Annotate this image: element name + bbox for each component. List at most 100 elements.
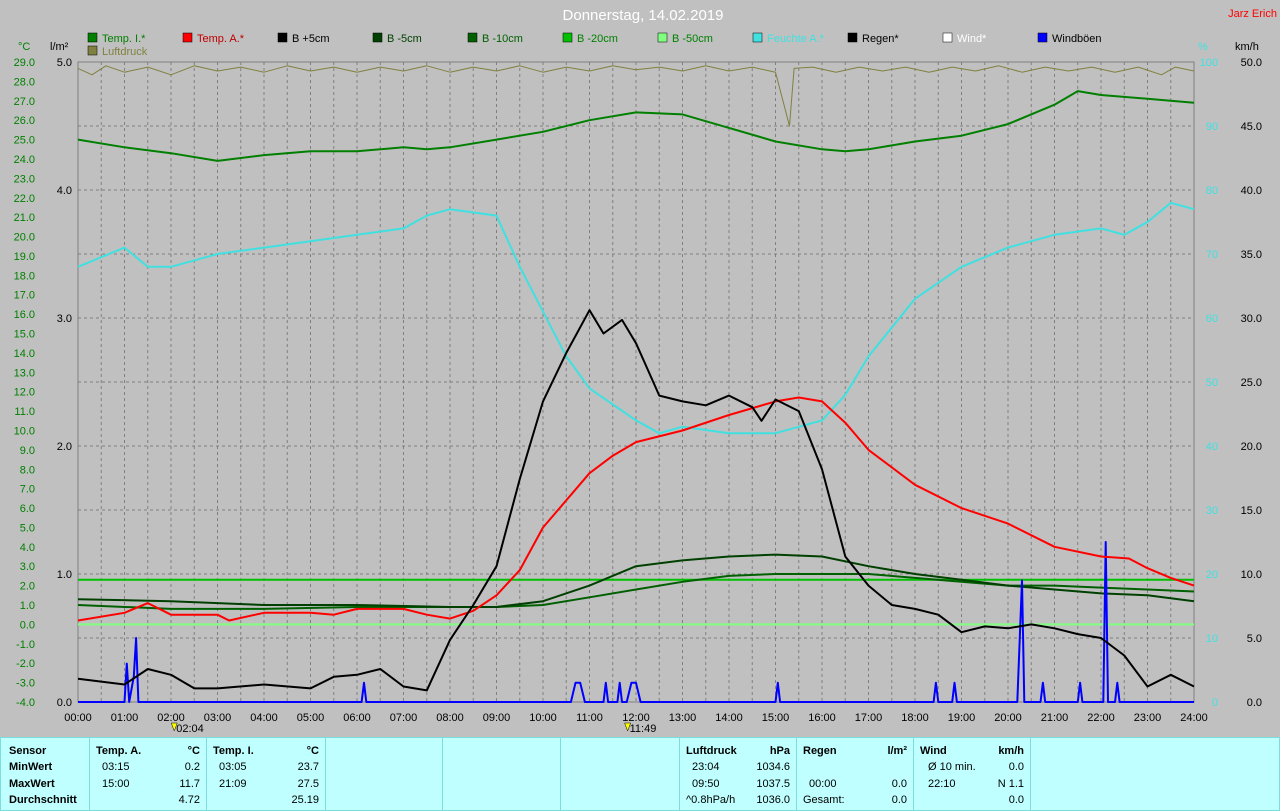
time-tick-label: 22:00 — [1087, 712, 1115, 724]
wind-avg-value: 0.0 — [1008, 761, 1024, 773]
rain-total-label: Gesamt: — [803, 794, 845, 806]
humidity-tick-label: 50 — [1206, 377, 1218, 389]
temp-tick-label: 1.0 — [20, 600, 35, 612]
time-tick-label: 01:00 — [111, 712, 139, 724]
legend-label: Regen* — [862, 33, 899, 45]
legend-swatch — [372, 32, 383, 43]
pressure-trend: ^0.8hPa/h — [686, 794, 736, 806]
legend-label: B -5cm — [387, 33, 422, 45]
wind-tick-label: 10.0 — [1241, 569, 1262, 581]
humidity-tick-label: 70 — [1206, 249, 1218, 261]
stats-temp-a-column: Temp. A. °C 03:15 0.2 15:00 11.7 4.72 — [90, 738, 207, 810]
temp-a-max-time: 15:00 — [102, 778, 130, 790]
legend-swatch — [182, 32, 193, 43]
time-tick-label: 04:00 — [250, 712, 278, 724]
humidity-tick-label: 20 — [1206, 569, 1218, 581]
time-tick-label: 00:00 — [64, 712, 92, 724]
time-tick-label: 05:00 — [297, 712, 325, 724]
legend-label: Wind* — [957, 33, 987, 45]
temp-tick-label: 26.0 — [14, 115, 35, 127]
temp-tick-label: -2.0 — [16, 658, 35, 670]
legend-label: Temp. I.* — [102, 33, 146, 45]
temp-tick-label: 18.0 — [14, 270, 35, 282]
wind-header: Wind — [920, 745, 947, 757]
temp-tick-label: -4.0 — [16, 697, 35, 709]
stats-sensor-column: Sensor MinWert MaxWert Durchschnitt — [1, 738, 90, 810]
wind-tick-label: 45.0 — [1241, 121, 1262, 133]
legend-swatch — [562, 32, 573, 43]
humidity-tick-label: 10 — [1206, 633, 1218, 645]
time-tick-label: 21:00 — [1041, 712, 1069, 724]
stats-empty-column-3 — [561, 738, 680, 810]
temp-a-min-time: 03:15 — [102, 761, 130, 773]
legend-swatch — [467, 32, 478, 43]
temp-i-max-time: 21:09 — [219, 778, 247, 790]
statistics-panel: Sensor MinWert MaxWert Durchschnitt Temp… — [0, 737, 1280, 811]
wind-unit-label: km/h — [1235, 41, 1259, 53]
time-tick-label: 11:00 — [576, 712, 603, 724]
wind-third-value: 0.0 — [1008, 794, 1024, 806]
wind-tick-label: 5.0 — [1247, 633, 1262, 645]
legend-label: B -10cm — [482, 33, 523, 45]
stats-wind-column: Wind km/h Ø 10 min. 0.0 22:10 N 1.1 0.0 — [914, 738, 1031, 810]
temp-tick-label: 17.0 — [14, 290, 35, 302]
pressure-min-time: 23:04 — [692, 761, 720, 773]
wind-unit: km/h — [998, 745, 1024, 757]
wind-tick-label: 20.0 — [1241, 441, 1262, 453]
legend-swatch — [942, 32, 953, 43]
temp-tick-label: 3.0 — [20, 561, 35, 573]
temp-tick-label: 21.0 — [14, 212, 35, 224]
pressure-min-value: 1034.6 — [756, 761, 790, 773]
temp-i-max-value: 27.5 — [297, 778, 319, 790]
time-tick-label: 07:00 — [390, 712, 418, 724]
marker-time-label: 11:49 — [630, 723, 657, 735]
temp-tick-label: 29.0 — [14, 57, 35, 69]
temp-tick-label: 5.0 — [20, 522, 35, 534]
time-tick-label: 23:00 — [1134, 712, 1162, 724]
temp-tick-label: 15.0 — [14, 329, 35, 341]
wind-max-time: 22:10 — [928, 778, 956, 790]
time-tick-label: 10:00 — [529, 712, 557, 724]
wind-tick-label: 40.0 — [1241, 185, 1262, 197]
temp-tick-label: 10.0 — [14, 425, 35, 437]
humidity-tick-label: 30 — [1206, 505, 1218, 517]
rain-tick-label: 4.0 — [57, 185, 72, 197]
humidity-tick-label: 80 — [1206, 185, 1218, 197]
temp-tick-label: 7.0 — [20, 484, 35, 496]
humidity-unit-label: % — [1198, 41, 1208, 53]
row-label-max: MaxWert — [9, 778, 55, 790]
legend-swatch — [87, 32, 98, 43]
rain-total-value: 0.0 — [891, 794, 907, 806]
wind-tick-label: 50.0 — [1241, 57, 1262, 69]
temp-a-header: Temp. A. — [96, 745, 142, 757]
rain-tick-label: 3.0 — [57, 313, 72, 325]
rain-tick-label: 0.0 — [57, 697, 72, 709]
temp-tick-label: 28.0 — [14, 76, 35, 88]
temp-i-min-time: 03:05 — [219, 761, 247, 773]
legend-label: Luftdruck — [102, 46, 148, 58]
wind-tick-label: 35.0 — [1241, 249, 1262, 261]
rain-header: Regen — [803, 745, 837, 757]
rain-max-value: 0.0 — [891, 778, 907, 790]
time-tick-label: 19:00 — [948, 712, 976, 724]
time-tick-label: 13:00 — [669, 712, 697, 724]
temp-tick-label: 20.0 — [14, 232, 35, 244]
stats-pressure-column: Luftdruck hPa 23:04 1034.6 09:50 1037.5 … — [680, 738, 797, 810]
temp-tick-label: 0.0 — [20, 619, 35, 631]
legend-swatch — [847, 32, 858, 43]
weather-chart: Donnerstag, 14.02.2019 Jarz Erich °C l/m… — [0, 0, 1280, 735]
time-tick-label: 14:00 — [715, 712, 743, 724]
temp-tick-label: 16.0 — [14, 309, 35, 321]
temp-i-header: Temp. I. — [213, 745, 254, 757]
sensor-header: Sensor — [9, 745, 47, 757]
rain-tick-label: 1.0 — [57, 569, 72, 581]
temp-tick-label: 23.0 — [14, 173, 35, 185]
temp-tick-label: -3.0 — [16, 678, 35, 690]
humidity-tick-label: 100 — [1200, 57, 1218, 69]
temp-tick-label: 2.0 — [20, 581, 35, 593]
legend-label: Windböen — [1052, 33, 1102, 45]
author-label: Jarz Erich — [1228, 8, 1277, 20]
time-tick-label: 17:00 — [855, 712, 883, 724]
rain-max-time: 00:00 — [809, 778, 837, 790]
stats-empty-column-2 — [443, 738, 561, 810]
